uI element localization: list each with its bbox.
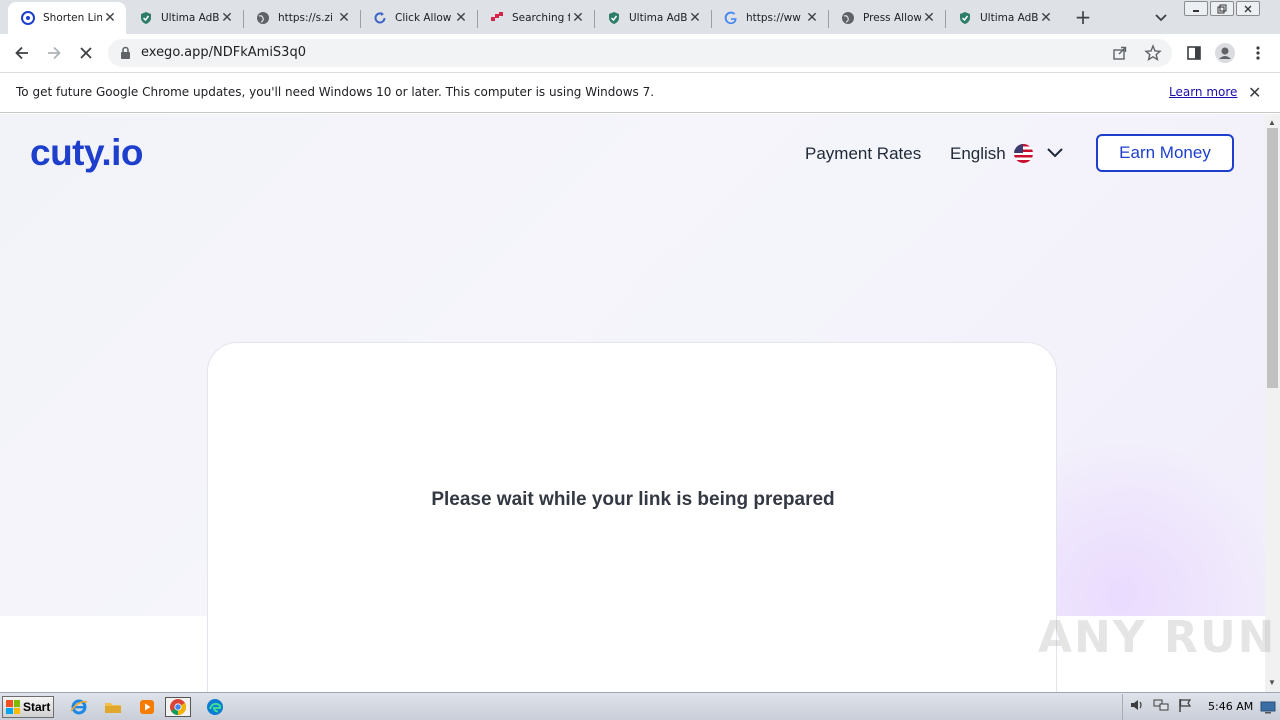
tab-7[interactable]: Press Allow ✕ — [828, 4, 945, 32]
tab-2[interactable]: https://s.zi ✕ — [243, 4, 360, 32]
address-bar[interactable]: exego.app/NDFkAmiS3q0 — [108, 39, 1172, 67]
learn-more-link[interactable]: Learn more — [1169, 85, 1237, 99]
windows-logo-icon — [6, 700, 20, 714]
tab-1[interactable]: Ultima AdBl ✕ — [126, 4, 243, 32]
tab-search-chevron-icon[interactable] — [1152, 8, 1170, 26]
start-label: Start — [23, 700, 51, 714]
volume-icon[interactable] — [1129, 697, 1145, 718]
shield-icon — [606, 10, 622, 26]
show-desktop-icon[interactable] — [1260, 699, 1276, 720]
explorer-icon[interactable] — [102, 697, 124, 717]
tab-title: Press Allow — [863, 12, 921, 24]
more-menu-icon[interactable] — [1248, 43, 1268, 63]
wait-message: Please wait while your link is being pre… — [431, 489, 835, 510]
media-player-icon[interactable] — [136, 697, 158, 717]
scroll-thumb[interactable] — [1267, 128, 1278, 388]
earn-money-button[interactable]: Earn Money — [1096, 134, 1234, 172]
dots-icon — [489, 10, 505, 26]
network-icon[interactable] — [1153, 697, 1169, 718]
tab-title: Ultima AdBl — [161, 12, 219, 24]
tab-title: Ultima AdBl — [629, 12, 687, 24]
tab-close-icon[interactable]: ✕ — [804, 10, 820, 26]
refresh-icon — [372, 10, 388, 26]
scroll-up-arrow-icon[interactable]: ▲ — [1268, 118, 1276, 127]
us-flag-icon[interactable] — [1014, 144, 1033, 163]
tab-3[interactable]: Click Allow ✕ — [360, 4, 477, 32]
windows-taskbar: Start 5:46 AM — [0, 692, 1280, 720]
tab-6[interactable]: https://ww ✕ — [711, 4, 828, 32]
shield-icon — [957, 10, 973, 26]
url-text[interactable]: exego.app/NDFkAmiS3q0 — [141, 45, 306, 60]
link-preparing-card: Please wait while your link is being pre… — [207, 342, 1057, 692]
start-button[interactable]: Start — [2, 696, 54, 718]
update-infobar: To get future Google Chrome updates, you… — [0, 72, 1280, 113]
payment-rates-link[interactable]: Payment Rates — [805, 144, 921, 164]
system-tray — [1122, 694, 1280, 720]
globe-icon — [255, 10, 271, 26]
cuty-logo[interactable]: cuty.io — [30, 132, 144, 174]
anyrun-watermark: ANY RUN — [1038, 612, 1277, 663]
tab-title: Shorten Lin — [43, 12, 102, 24]
tab-close-icon[interactable]: ✕ — [921, 10, 937, 26]
new-tab-button[interactable]: + — [1072, 5, 1094, 29]
close-window-button[interactable] — [1236, 1, 1260, 16]
edge-icon[interactable] — [204, 697, 226, 717]
page-content: cuty.io Payment Rates English Earn Money… — [0, 114, 1265, 692]
chrome-icon[interactable] — [165, 697, 191, 717]
tab-title: https://s.zi — [278, 12, 333, 24]
profile-avatar-icon[interactable] — [1215, 43, 1235, 63]
tab-close-icon[interactable]: ✕ — [336, 10, 352, 26]
tab-4[interactable]: Searching f ✕ — [477, 4, 594, 32]
tab-title: Searching f — [512, 12, 570, 24]
back-button[interactable] — [9, 41, 35, 65]
google-icon — [723, 10, 739, 26]
page-scrollbar[interactable]: ▲ ▼ — [1265, 114, 1280, 692]
ie-icon[interactable] — [68, 697, 90, 717]
minimize-button[interactable] — [1184, 1, 1208, 16]
infobar-message: To get future Google Chrome updates, you… — [16, 85, 655, 99]
tab-strip: Shorten Lin ✕ Ultima AdBl ✕ https://s.zi… — [0, 0, 1280, 34]
tab-close-icon[interactable]: ✕ — [219, 10, 235, 26]
tab-0[interactable]: Shorten Lin ✕ — [8, 2, 126, 34]
cuty-icon — [20, 10, 36, 26]
globe-icon — [840, 10, 856, 26]
tab-title: Click Allow — [395, 12, 452, 24]
share-icon[interactable] — [1112, 45, 1128, 66]
tab-title: https://ww — [746, 12, 801, 24]
tab-close-icon[interactable]: ✕ — [1038, 10, 1054, 26]
tab-5[interactable]: Ultima AdBl ✕ — [594, 4, 711, 32]
tab-title: Ultima AdBl — [980, 12, 1038, 24]
tab-close-icon[interactable]: ✕ — [687, 10, 703, 26]
scroll-down-arrow-icon[interactable]: ▼ — [1268, 678, 1276, 687]
stop-loading-button[interactable] — [73, 41, 99, 65]
shield-icon — [138, 10, 154, 26]
window-controls — [1184, 1, 1274, 17]
forward-button[interactable] — [41, 41, 67, 65]
infobar-close-icon[interactable]: ✕ — [1248, 83, 1261, 102]
restore-button[interactable] — [1210, 1, 1234, 16]
chevron-down-icon[interactable] — [1045, 145, 1065, 166]
tab-8[interactable]: Ultima AdBl ✕ — [945, 4, 1062, 32]
lock-icon[interactable] — [120, 46, 131, 64]
clock[interactable]: 5:46 AM — [1208, 700, 1253, 713]
side-panel-icon[interactable] — [1184, 43, 1204, 63]
action-center-flag-icon[interactable] — [1177, 697, 1193, 718]
tab-close-icon[interactable]: ✕ — [570, 10, 586, 26]
browser-toolbar: exego.app/NDFkAmiS3q0 — [0, 34, 1280, 72]
language-selector[interactable]: English — [950, 144, 1006, 164]
tab-close-icon[interactable]: ✕ — [102, 10, 118, 26]
tab-close-icon[interactable]: ✕ — [453, 10, 469, 26]
bookmark-star-icon[interactable] — [1144, 44, 1162, 67]
